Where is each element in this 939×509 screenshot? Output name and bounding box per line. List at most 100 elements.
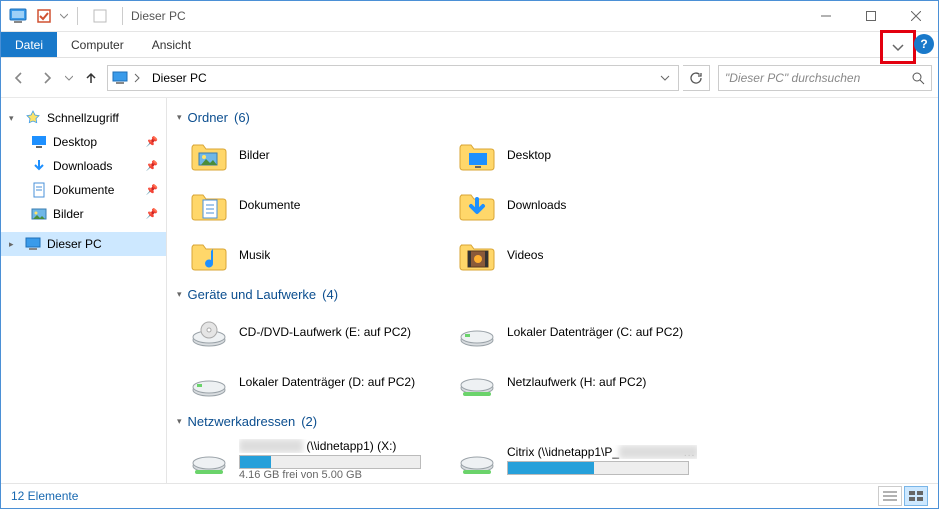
search-input[interactable]: "Dieser PC" durchsuchen [718,65,932,91]
group-count: (6) [234,110,250,125]
star-icon [25,110,41,126]
optical-icon [189,312,229,352]
drive-item[interactable]: Lokaler Datenträger (C: auf PC2) [455,310,699,354]
expand-ribbon-button[interactable] [880,30,916,64]
sidebar-item-label: Bilder [53,207,140,221]
netdrive-icon [189,440,229,480]
group-label: Geräte und Laufwerke [188,287,317,302]
ribbon-tabs: Datei Computer Ansicht ? [1,32,938,58]
item-label: XXXXXXXX (\\idnetapp1) (X:) [239,439,421,453]
up-button[interactable] [79,66,103,90]
chevron-down-icon: ▾ [177,289,182,300]
group-header-network[interactable]: ▾ Netzwerkadressen (2) [177,414,928,429]
folder-item[interactable]: Bilder [187,133,431,177]
pin-icon: 📌 [146,185,158,196]
refresh-button[interactable] [683,65,710,91]
item-label: Lokaler Datenträger (D: auf PC2) [239,375,415,389]
sidebar-item-label: Downloads [53,159,140,173]
breadcrumb-thispc[interactable]: Dieser PC [146,71,213,85]
maximize-button[interactable] [848,1,893,31]
thispc-breadcrumb-icon [112,71,128,85]
breadcrumb-chevron-icon[interactable] [134,73,140,83]
thispc-icon [25,237,41,251]
thispc-qat-icon[interactable] [7,5,29,27]
item-label: CD-/DVD-Laufwerk (E: auf PC2) [239,325,411,339]
videos-folder-icon [457,235,497,275]
pictures-icon [31,206,47,222]
sidebar-item-pictures[interactable]: Bilder 📌 [1,202,166,226]
chevron-down-icon[interactable]: ▾ [9,113,19,124]
view-details-button[interactable] [878,486,902,506]
drive-item[interactable]: Lokaler Datenträger (D: auf PC2) [187,360,431,404]
network-drive-item[interactable]: XXXXXXXX (\\idnetapp1) (X:) 4.16 GB frei … [187,437,431,483]
sidebar-item-desktop[interactable]: Desktop 📌 [1,130,166,154]
close-button[interactable] [893,1,938,31]
item-label: Netzlaufwerk (H: auf PC2) [507,375,646,389]
group-header-folders[interactable]: ▾ Ordner (6) [177,110,928,125]
recent-dropdown-icon[interactable] [63,66,75,90]
pin-icon: 📌 [146,209,158,220]
title-divider [122,7,123,25]
address-bar[interactable]: Dieser PC [107,65,679,91]
minimize-button[interactable] [803,1,848,31]
sidebar-thispc[interactable]: ▸ Dieser PC [1,232,166,256]
search-icon [911,71,925,85]
item-label: Dokumente [239,198,300,212]
documents-icon [31,182,47,198]
item-label: Videos [507,248,543,262]
network-drive-item[interactable]: Citrix (\\idnetapp1\P_XXXXXXXXXX) ... [455,437,699,483]
sidebar-item-label: Schnellzugriff [47,111,166,125]
item-label: Desktop [507,148,551,162]
documents-folder-icon [189,185,229,225]
folder-item[interactable]: Downloads [455,183,699,227]
qat-divider [77,7,78,25]
qat-dropdown-icon[interactable] [59,5,69,27]
sidebar-item-downloads[interactable]: Downloads📌 [1,154,166,178]
help-button[interactable]: ? [914,34,934,54]
sidebar-item-label: Dokumente [53,183,140,197]
folder-item[interactable]: Dokumente [187,183,431,227]
address-dropdown-icon[interactable] [656,73,674,83]
pin-icon: 📌 [146,137,158,148]
navigation-pane: ▾ Schnellzugriff Desktop📌Downloads📌Dokum… [1,98,167,483]
netdrive-icon [457,440,497,480]
item-label: Downloads [507,198,566,212]
folder-item[interactable]: Videos [455,233,699,277]
back-button[interactable] [7,66,31,90]
sidebar-item-label: Desktop [53,135,140,149]
item-label: Bilder [239,148,270,162]
drive-item[interactable]: CD-/DVD-Laufwerk (E: auf PC2) [187,310,431,354]
chevron-right-icon[interactable]: ▸ [9,239,19,250]
music-folder-icon [189,235,229,275]
drive-item[interactable]: Netzlaufwerk (H: auf PC2) [455,360,699,404]
group-count: (2) [301,414,317,429]
tab-view[interactable]: Ansicht [138,32,205,57]
sidebar-quickaccess[interactable]: ▾ Schnellzugriff [1,106,166,130]
hdd-icon [457,312,497,352]
properties-qat-icon[interactable] [33,5,55,27]
chevron-down-icon: ▾ [177,112,182,123]
window-title: Dieser PC [131,9,186,23]
item-label: Citrix (\\idnetapp1\P_XXXXXXXXXX) ... [507,445,697,459]
status-bar: 12 Elemente [1,483,938,508]
search-placeholder: "Dieser PC" durchsuchen [725,71,860,85]
folder-item[interactable]: Musik [187,233,431,277]
sidebar-item-documents[interactable]: Dokumente 📌 [1,178,166,202]
folder-item[interactable]: Desktop [455,133,699,177]
pictures-folder-icon [189,135,229,175]
downloads-folder-icon [457,185,497,225]
view-tiles-button[interactable] [904,486,928,506]
group-label: Ordner [188,110,228,125]
hdd-icon [189,362,229,402]
forward-button[interactable] [35,66,59,90]
downloads-icon [31,158,47,174]
group-count: (4) [322,287,338,302]
item-label: Musik [239,248,270,262]
item-label: Lokaler Datenträger (C: auf PC2) [507,325,683,339]
item-sublabel: 4.16 GB frei von 5.00 GB [239,469,421,481]
group-header-devices[interactable]: ▾ Geräte und Laufwerke (4) [177,287,928,302]
tab-file[interactable]: Datei [1,32,57,57]
tab-computer[interactable]: Computer [57,32,138,57]
window-icon [92,8,108,24]
netdrive-icon [457,362,497,402]
